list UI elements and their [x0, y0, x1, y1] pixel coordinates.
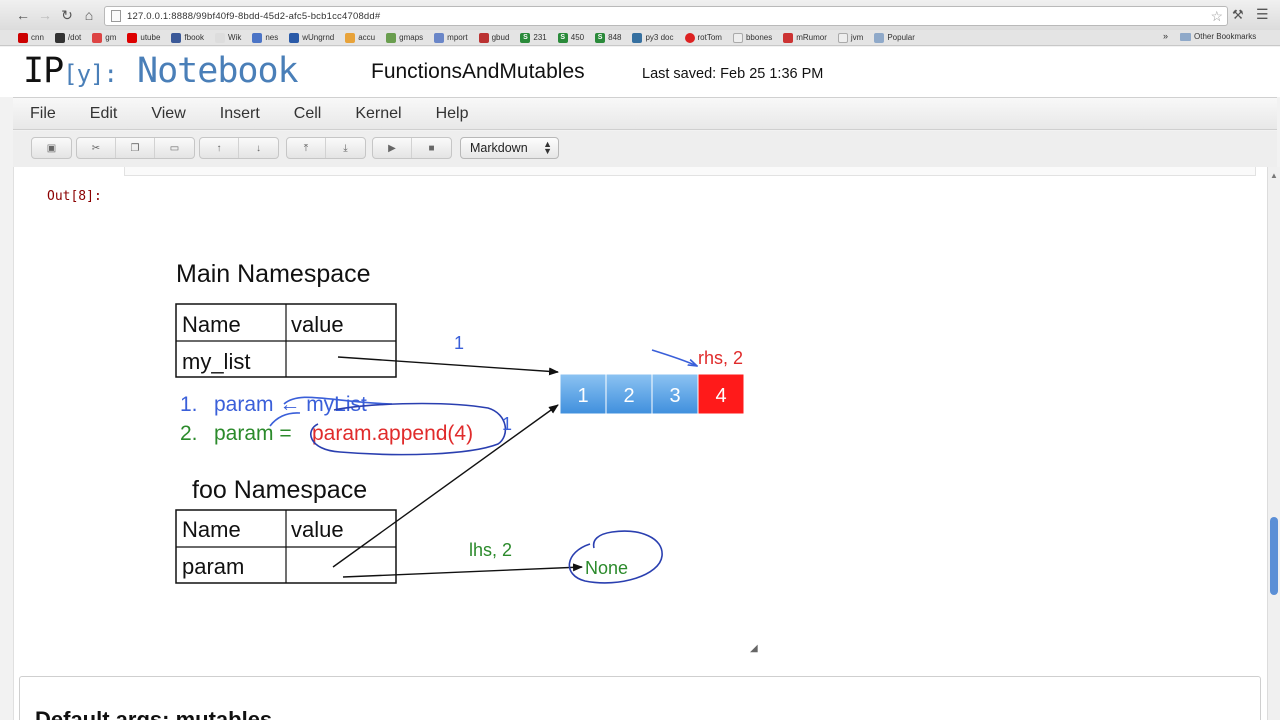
foo-namespace-title: foo Namespace — [192, 476, 367, 504]
main-namespace-table: Name value my_list — [175, 303, 397, 378]
lhs-label: lhs, 2 — [469, 540, 512, 560]
list-value-0: 1 — [577, 385, 588, 407]
step-2-lhs: param = — [214, 422, 292, 445]
scroll-up-icon[interactable]: ▲ — [1270, 171, 1278, 180]
side-label-1: 1 — [502, 414, 512, 434]
foo-header-value: value — [291, 517, 344, 542]
scrollbar-thumb[interactable] — [1270, 517, 1278, 595]
main-header-name: Name — [182, 312, 241, 337]
rhs-label: rhs, 2 — [698, 348, 743, 368]
step-2-number: 2. — [180, 422, 198, 445]
step-2-rhs: param.append(4) — [312, 422, 473, 445]
append-arrow — [651, 349, 697, 366]
list-value-2: 3 — [669, 385, 680, 407]
list-value-1: 2 — [623, 385, 634, 407]
list-value-3: 4 — [715, 385, 726, 407]
main-header-value: value — [291, 312, 344, 337]
foo-row-param: param — [182, 554, 244, 579]
arrow-label-1: 1 — [454, 333, 464, 353]
page-scrollbar[interactable]: ▲ — [1267, 167, 1280, 720]
namespace-diagram: Main Namespace Name value my_list 1. par… — [175, 260, 745, 584]
main-namespace-title: Main Namespace — [176, 260, 371, 288]
foo-namespace-table: Name value param — [175, 509, 397, 584]
foo-header-name: Name — [182, 517, 241, 542]
step-1-number: 1. — [180, 393, 198, 416]
main-row-my-list: my_list — [182, 349, 250, 374]
none-value: None — [585, 558, 628, 578]
list-object: 1 2 3 4 — [559, 373, 745, 415]
